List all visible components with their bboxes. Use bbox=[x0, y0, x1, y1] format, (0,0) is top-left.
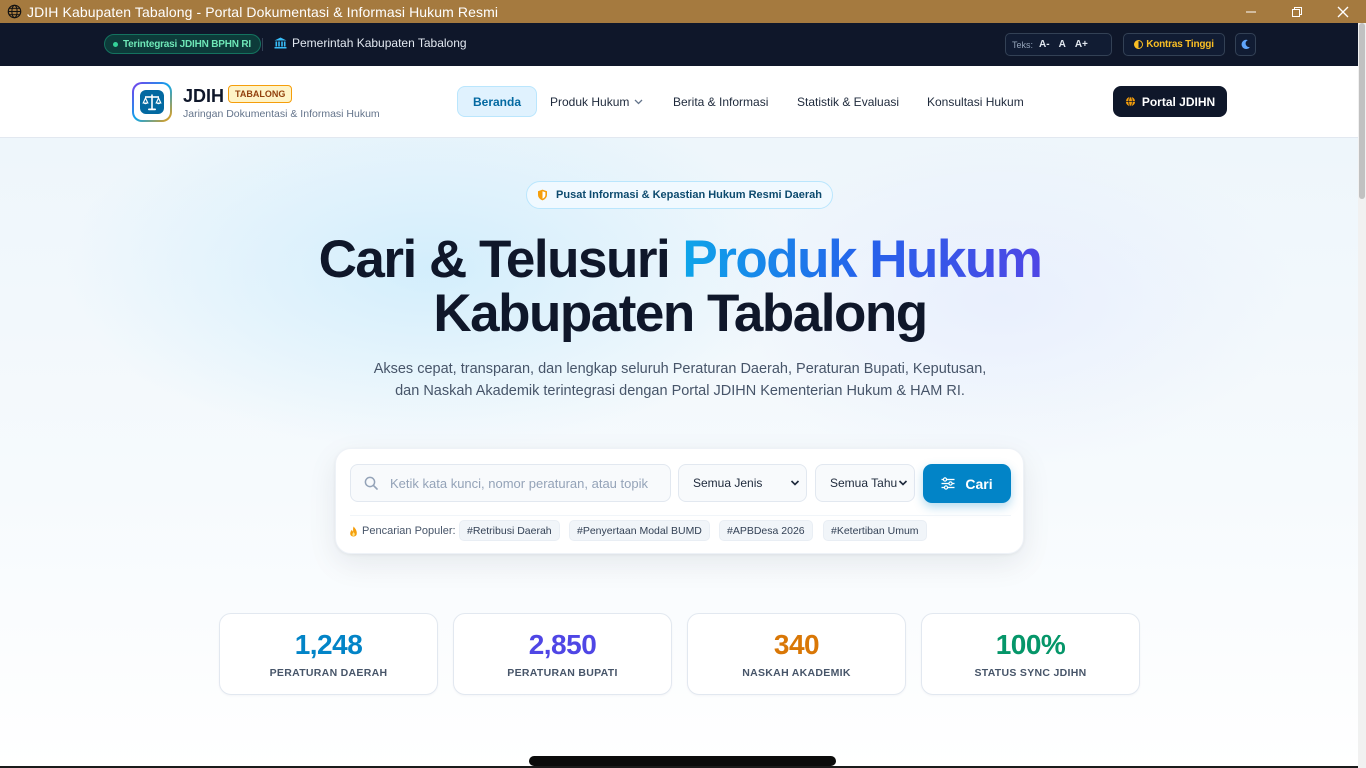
hero-badge: Pusat Informasi & Kepastian Hukum Resmi … bbox=[526, 181, 833, 209]
year-select[interactable]: Semua Tahu bbox=[815, 464, 915, 502]
minimize-icon bbox=[1246, 11, 1256, 12]
nav-produk-hukum[interactable]: Produk Hukum bbox=[550, 86, 643, 117]
stat-label: PERATURAN DAERAH bbox=[269, 667, 388, 679]
window-titlebar: JDIH Kabupaten Tabalong - Portal Dokumen… bbox=[0, 0, 1366, 23]
site-header: JDIH TABALONG Jaringan Dokumentasi & Inf… bbox=[0, 66, 1358, 138]
search-input[interactable] bbox=[390, 475, 650, 491]
nav-beranda[interactable]: Beranda bbox=[457, 86, 538, 117]
home-indicator-bar bbox=[529, 756, 836, 766]
hero-title-line2: Kabupaten Tabalong bbox=[433, 284, 928, 343]
stat-label: PERATURAN BUPATI bbox=[507, 667, 618, 679]
nav-label: Berita & Informasi bbox=[673, 94, 769, 109]
shield-icon bbox=[538, 189, 548, 201]
nav-berita-informasi[interactable]: Berita & Informasi bbox=[673, 86, 768, 117]
scrollbar-thumb[interactable] bbox=[1359, 23, 1365, 199]
search-card: Semua Jenis Semua Tahu Cari Pencarian Po… bbox=[335, 448, 1024, 554]
hero-title-highlight: Produk Hukum bbox=[682, 230, 1042, 289]
year-select-value: Semua Tahu bbox=[830, 476, 898, 490]
search-field[interactable] bbox=[350, 464, 671, 502]
popular-searches-label: Pencarian Populer: bbox=[362, 525, 456, 537]
search-button-label: Cari bbox=[965, 475, 993, 492]
moon-icon bbox=[1241, 39, 1250, 49]
divider bbox=[262, 38, 263, 51]
status-dot-icon bbox=[113, 41, 118, 47]
brand-subtitle: Jaringan Dokumentasi & Informasi Hukum bbox=[183, 108, 380, 120]
hero-badge-label: Pusat Informasi & Kepastian Hukum Resmi … bbox=[556, 189, 822, 201]
brand-name: JDIH bbox=[183, 86, 225, 106]
stat-value: 340 bbox=[773, 629, 820, 660]
stat-value: 1,248 bbox=[294, 629, 363, 660]
popular-tag[interactable]: #Penyertaan Modal BUMD bbox=[569, 520, 710, 541]
globe-icon bbox=[6, 4, 22, 20]
building-icon bbox=[274, 37, 287, 49]
text-normal-button[interactable]: A bbox=[1059, 39, 1066, 50]
text-increase-button[interactable]: A+ bbox=[1075, 39, 1088, 50]
stat-card-perbup: 2,850 PERATURAN BUPATI bbox=[453, 613, 672, 695]
high-contrast-label: Kontras Tinggi bbox=[1146, 39, 1214, 50]
high-contrast-button[interactable]: Kontras Tinggi bbox=[1123, 33, 1225, 56]
hero-description: Akses cepat, transparan, dan lengkap sel… bbox=[373, 361, 987, 399]
search-divider bbox=[350, 515, 1011, 516]
contrast-icon bbox=[1134, 40, 1144, 49]
scales-icon bbox=[140, 90, 164, 114]
integration-badge-label: Terintegrasi JDIHN BPHN RI bbox=[123, 38, 251, 50]
brand-region-tag: TABALONG bbox=[228, 85, 293, 103]
stat-label: STATUS SYNC JDIHN bbox=[974, 667, 1087, 679]
minimize-button[interactable] bbox=[1228, 0, 1274, 23]
search-icon bbox=[364, 476, 378, 490]
search-button[interactable]: Cari bbox=[923, 464, 1011, 503]
popular-tag[interactable]: #Retribusi Daerah bbox=[459, 520, 560, 541]
hero-title-part1: Cari & Telusuri bbox=[318, 230, 683, 289]
text-size-control: Teks: A- A A+ bbox=[1005, 33, 1112, 56]
utility-bar: Terintegrasi JDIHN BPHN RI Pemerintah Ka… bbox=[0, 23, 1358, 66]
window-title: JDIH Kabupaten Tabalong - Portal Dokumen… bbox=[27, 3, 499, 20]
stat-value: 100% bbox=[995, 629, 1066, 660]
type-select-value: Semua Jenis bbox=[693, 476, 763, 490]
nav-label: Beranda bbox=[473, 94, 522, 109]
nav-label: Statistik & Evaluasi bbox=[797, 94, 900, 109]
nav-label: Produk Hukum bbox=[550, 94, 630, 109]
government-link[interactable]: Pemerintah Kabupaten Tabalong bbox=[274, 36, 467, 50]
stat-value: 2,850 bbox=[528, 629, 597, 660]
portal-jdihn-button[interactable]: Portal JDIHN bbox=[1113, 86, 1227, 117]
stat-label: NASKAH AKADEMIK bbox=[742, 667, 851, 679]
nav-label: Konsultasi Hukum bbox=[927, 94, 1024, 109]
text-size-label: Teks: bbox=[1012, 39, 1034, 50]
globe-icon bbox=[1125, 96, 1135, 107]
integration-badge: Terintegrasi JDIHN BPHN RI bbox=[104, 34, 261, 54]
chevron-down-icon bbox=[634, 99, 643, 104]
government-label: Pemerintah Kabupaten Tabalong bbox=[292, 36, 467, 50]
text-decrease-button[interactable]: A- bbox=[1039, 39, 1050, 50]
nav-statistik-evaluasi[interactable]: Statistik & Evaluasi bbox=[797, 86, 899, 117]
stat-card-naskah-akademik: 340 NASKAH AKADEMIK bbox=[687, 613, 906, 695]
stat-card-sync-status: 100% STATUS SYNC JDIHN bbox=[921, 613, 1140, 695]
stat-card-perda: 1,248 PERATURAN DAERAH bbox=[219, 613, 438, 695]
dark-mode-button[interactable] bbox=[1235, 33, 1256, 56]
close-button[interactable] bbox=[1320, 0, 1366, 23]
popular-tag[interactable]: #APBDesa 2026 bbox=[719, 520, 813, 541]
fire-icon bbox=[350, 526, 357, 536]
restore-icon bbox=[1292, 6, 1302, 17]
logo[interactable] bbox=[132, 82, 172, 122]
type-select[interactable]: Semua Jenis bbox=[678, 464, 807, 502]
nav-konsultasi-hukum[interactable]: Konsultasi Hukum bbox=[927, 86, 1024, 117]
close-icon bbox=[1337, 6, 1349, 17]
chevron-down-icon bbox=[790, 480, 800, 486]
popular-searches: Pencarian Populer: bbox=[349, 521, 456, 541]
popular-tag[interactable]: #Ketertiban Umum bbox=[823, 520, 927, 541]
restore-button[interactable] bbox=[1274, 0, 1320, 23]
chevron-down-icon bbox=[898, 480, 908, 486]
hero-title: Cari & Telusuri Produk Hukum bbox=[0, 232, 1360, 288]
portal-jdihn-label: Portal JDIHN bbox=[1141, 94, 1216, 109]
filter-sliders-icon bbox=[941, 477, 955, 490]
